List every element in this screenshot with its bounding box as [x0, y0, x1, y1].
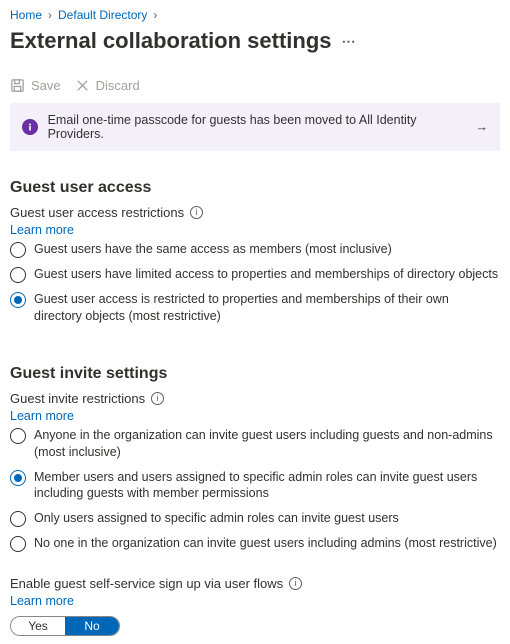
radio-icon [10, 536, 26, 552]
save-icon [10, 78, 25, 93]
arrow-right-icon[interactable]: → [476, 120, 489, 134]
toggle-yes[interactable]: Yes [11, 617, 65, 635]
access-option-restricted[interactable]: Guest user access is restricted to prope… [10, 291, 500, 325]
discard-button[interactable]: Discard [75, 78, 140, 93]
radio-icon [10, 292, 26, 308]
radio-icon [10, 428, 26, 444]
more-icon[interactable]: ⋯ [342, 33, 356, 50]
save-button[interactable]: Save [10, 78, 61, 93]
info-banner: Email one-time passcode for guests has b… [10, 103, 500, 151]
chevron-right-icon: › [48, 8, 52, 22]
breadcrumb-home[interactable]: Home [10, 8, 42, 22]
invite-subheading: Guest invite restrictions i [10, 391, 500, 406]
access-radio-group: Guest users have the same access as memb… [10, 241, 500, 325]
learn-more-self-service[interactable]: Learn more [10, 594, 74, 608]
toggle-no[interactable]: No [65, 617, 119, 635]
chevron-right-icon: › [153, 8, 157, 22]
radio-icon [10, 470, 26, 486]
access-option-same[interactable]: Guest users have the same access as memb… [10, 241, 500, 258]
info-icon[interactable]: i [151, 392, 164, 405]
invite-radio-group: Anyone in the organization can invite gu… [10, 427, 500, 553]
invite-option-members-admins[interactable]: Member users and users assigned to speci… [10, 469, 500, 503]
access-subheading: Guest user access restrictions i [10, 205, 500, 220]
self-service-label: Enable guest self-service sign up via us… [10, 576, 500, 591]
close-icon [75, 78, 90, 93]
radio-icon [10, 267, 26, 283]
info-icon[interactable]: i [289, 577, 302, 590]
page-title: External collaboration settings ⋯ [10, 28, 500, 54]
breadcrumb-directory[interactable]: Default Directory [58, 8, 147, 22]
breadcrumb: Home › Default Directory › [10, 8, 500, 22]
access-option-limited[interactable]: Guest users have limited access to prope… [10, 266, 500, 283]
section-heading-invite: Guest invite settings [10, 365, 500, 383]
section-heading-access: Guest user access [10, 179, 500, 197]
radio-icon [10, 511, 26, 527]
banner-text: Email one-time passcode for guests has b… [48, 113, 466, 141]
self-service-toggle[interactable]: Yes No [10, 616, 120, 636]
learn-more-access[interactable]: Learn more [10, 223, 74, 237]
info-badge-icon [22, 119, 38, 135]
info-icon[interactable]: i [190, 206, 203, 219]
invite-option-admins-only[interactable]: Only users assigned to specific admin ro… [10, 510, 500, 527]
invite-option-anyone[interactable]: Anyone in the organization can invite gu… [10, 427, 500, 461]
radio-icon [10, 242, 26, 258]
invite-option-noone[interactable]: No one in the organization can invite gu… [10, 535, 500, 552]
toolbar: Save Discard [10, 72, 500, 103]
learn-more-invite[interactable]: Learn more [10, 409, 74, 423]
